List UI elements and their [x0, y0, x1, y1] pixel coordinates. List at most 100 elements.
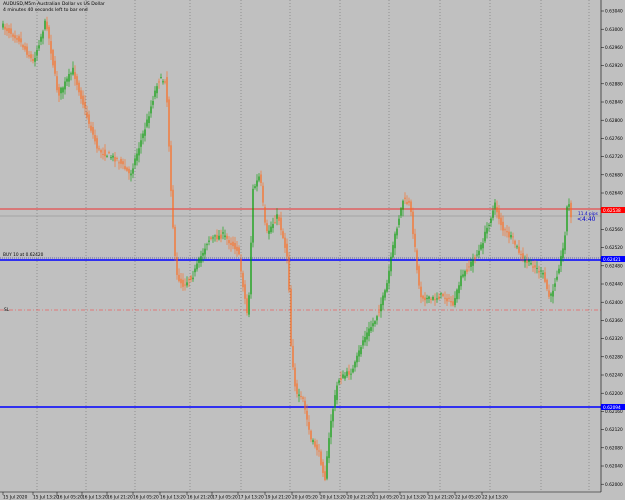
- candle-bear: [466, 269, 468, 272]
- candle-bull: [530, 263, 532, 265]
- candle-bull: [206, 244, 208, 246]
- candle-bear: [294, 367, 296, 387]
- candle-bull: [554, 283, 556, 287]
- candle-bull: [472, 259, 474, 266]
- candle-bull: [144, 129, 146, 136]
- candle-bear: [180, 278, 182, 284]
- candle-bull: [440, 293, 442, 295]
- price-tick-label: 0.62320: [605, 336, 623, 342]
- candle-bear: [104, 149, 106, 157]
- candle-bear: [18, 36, 20, 42]
- candle-bull: [112, 155, 114, 158]
- candle-bull: [2, 23, 4, 28]
- candle-bear: [506, 231, 508, 233]
- candle-bear: [54, 60, 56, 74]
- candle-bear: [26, 46, 28, 55]
- candle-bear: [226, 235, 228, 239]
- candle-bull: [150, 106, 152, 114]
- chart-axes: [0, 0, 602, 493]
- candle-bull: [462, 274, 464, 277]
- candle-bull: [364, 336, 366, 343]
- price-tick-label: 0.62880: [605, 81, 623, 87]
- candle-bear: [182, 279, 184, 287]
- candle-bull: [248, 295, 250, 315]
- candle-bull: [36, 49, 38, 56]
- chart-grid: [36, 0, 590, 492]
- candle-bear: [118, 162, 120, 164]
- candle-bear: [22, 45, 24, 48]
- time-tick-label: 16 Jul 05:20: [133, 495, 159, 500]
- candle-bull: [490, 218, 492, 223]
- order-line-label: BUY 10 at 0.62420: [3, 252, 44, 258]
- candle-bull: [110, 157, 112, 159]
- price-tick-label: 0.62640: [605, 191, 623, 197]
- candle-bear: [538, 270, 540, 273]
- candle-bull: [200, 256, 202, 263]
- candle-bull: [376, 316, 378, 321]
- candle-bear: [290, 288, 292, 346]
- candle-bull: [358, 350, 360, 357]
- candle-bear: [184, 284, 186, 286]
- candle-bull: [276, 214, 278, 219]
- candle-bear: [220, 234, 222, 239]
- bar-countdown: 4 minutes 40 seconds left to bar end: [3, 8, 88, 13]
- candle-bear: [228, 240, 230, 244]
- candle-bear: [318, 450, 320, 452]
- price-tick-label: 0.62280: [605, 354, 623, 360]
- candle-bear: [412, 211, 414, 235]
- time-tick-label: 16 Jul 13:20: [160, 495, 186, 500]
- candle-bear: [174, 226, 176, 257]
- candle-bear: [108, 152, 110, 154]
- candle-bear: [512, 236, 514, 238]
- candle-bear: [420, 286, 422, 298]
- candlestick-series: [2, 16, 572, 482]
- candle-bear: [80, 90, 82, 99]
- candle-bull: [186, 282, 188, 286]
- time-tick-label: 17 Jul 05:20: [212, 495, 238, 500]
- level-price-tag: 0.62094: [603, 405, 621, 411]
- candle-bull: [464, 271, 466, 277]
- time-tick-label: 21 Jul 21:20: [428, 495, 454, 500]
- candle-bull: [106, 155, 108, 157]
- candle-bull: [312, 440, 314, 443]
- candle-bull: [480, 244, 482, 250]
- candle-bear: [468, 266, 470, 268]
- candle-bull: [516, 246, 518, 248]
- candle-bull: [70, 73, 72, 75]
- chart-window[interactable]: 0.63040 0.63000 0.62960 0.62920 0.62880 0.628…: [0, 0, 625, 500]
- time-tick-label: 15 Jul 2020: [3, 495, 28, 500]
- candle-bull: [156, 86, 158, 94]
- time-tick-label: 21 Jul 05:20: [373, 495, 399, 500]
- candle-bull: [368, 328, 370, 337]
- candle-bull: [44, 20, 46, 30]
- candle-bull: [42, 31, 44, 39]
- price-chart[interactable]: 0.63040 0.63000 0.62960 0.62920 0.62880 0.628…: [0, 0, 625, 500]
- price-tick-label: 0.62240: [605, 373, 623, 379]
- candle-bull: [138, 148, 140, 156]
- candle-bear: [288, 256, 290, 291]
- candle-bear: [94, 135, 96, 142]
- candle-bear: [6, 28, 8, 32]
- candle-bear: [98, 148, 100, 150]
- candle-bull: [252, 188, 254, 243]
- candle-bull: [62, 87, 64, 93]
- candle-bear: [544, 272, 546, 282]
- candle-bear: [308, 421, 310, 430]
- candle-bear: [286, 243, 288, 257]
- candle-bear: [418, 266, 420, 286]
- candle-bear: [52, 49, 54, 66]
- candle-bull: [250, 242, 252, 295]
- price-tick-label: 0.62960: [605, 45, 623, 51]
- candle-bull: [564, 235, 566, 251]
- candle-bear: [274, 222, 276, 224]
- candle-bull: [550, 293, 552, 296]
- candle-bear: [548, 290, 550, 297]
- order-price-tag: 0.62421: [603, 257, 621, 263]
- candle-bear: [4, 26, 6, 30]
- candle-bull: [38, 45, 40, 49]
- price-tick-label: 0.62480: [605, 263, 623, 269]
- candle-bull: [66, 78, 68, 82]
- candle-bear: [266, 223, 268, 232]
- candle-bear: [242, 272, 244, 288]
- candle-bull: [270, 226, 272, 233]
